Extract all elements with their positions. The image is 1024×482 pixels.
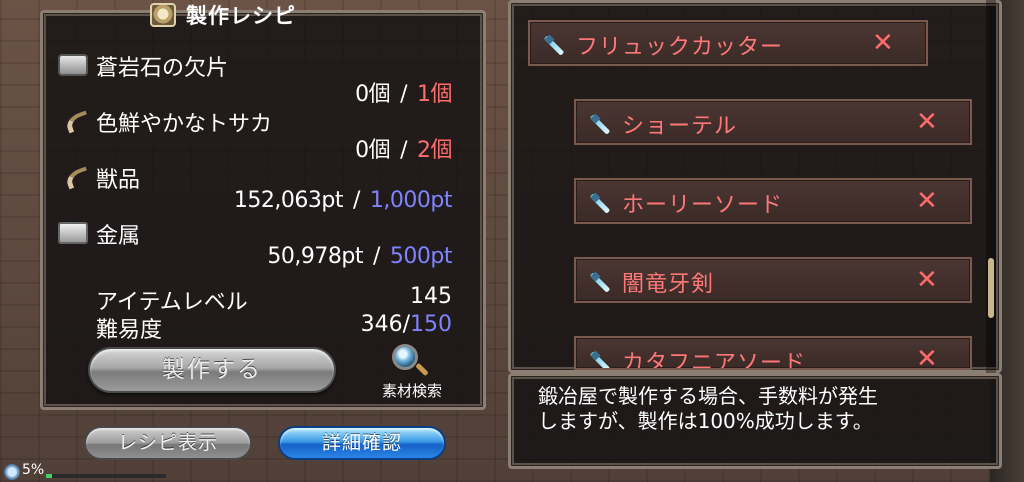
info-line: しますが、製作は100%成功します。 (538, 409, 873, 433)
item-level-value: 145 (410, 284, 452, 309)
material-amount: 0個 / 2個 (40, 132, 486, 164)
recipe-name: ショーテル (622, 114, 738, 139)
list-scrollbar-thumb[interactable] (988, 258, 994, 318)
sword-icon (588, 113, 610, 135)
metal-icon (58, 222, 88, 244)
magnifier-icon (392, 344, 418, 370)
fang-icon (64, 110, 86, 132)
material-have: 50,978pt (267, 244, 363, 269)
make-button[interactable]: 製作する (88, 347, 336, 393)
close-icon[interactable]: ✕ (916, 187, 938, 215)
material-have: 0個 (355, 82, 391, 107)
recipe-name: カタフニアソード (622, 351, 807, 370)
recipe-list-item[interactable]: ホーリーソード ✕ (574, 178, 972, 224)
recipe-name: ホーリーソード (622, 193, 784, 218)
difficulty-label: 難易度 (96, 318, 163, 343)
sword-icon (588, 271, 610, 293)
close-icon[interactable]: ✕ (916, 345, 938, 368)
close-icon[interactable]: ✕ (916, 266, 938, 294)
material-need: 1個 (417, 82, 453, 107)
material-have: 152,063pt (233, 188, 344, 213)
material-amount: 0個 / 1個 (40, 76, 486, 108)
difficulty-value: 346/150 (361, 312, 452, 337)
recipe-list-item[interactable]: カタフニアソード ✕ (574, 336, 972, 370)
difficulty-need: 150 (410, 312, 452, 337)
status-bar-fill (46, 474, 52, 478)
recipe-name: フリュックカッター (576, 35, 784, 60)
ore-icon (58, 54, 88, 76)
sword-icon (588, 192, 610, 214)
status-orb-icon (4, 464, 20, 480)
recipe-list-item[interactable]: ショーテル ✕ (574, 99, 972, 145)
detail-confirm-button[interactable]: 詳細確認 (278, 426, 446, 460)
material-amount: 50,978pt / 500pt (40, 244, 486, 269)
show-recipe-button[interactable]: レシピ表示 (84, 426, 252, 460)
material-need: 1,000pt (369, 188, 453, 213)
close-icon[interactable]: ✕ (872, 29, 894, 57)
panel-title: 製作レシピ (186, 4, 296, 28)
recipe-list-item[interactable]: フリュックカッター ✕ (528, 20, 928, 66)
separator: / (372, 244, 380, 269)
panel-title-bar: 製作レシピ (150, 0, 296, 30)
info-message: 鍛冶屋で製作する場合、手数料が発生 しますが、製作は100%成功します。 (538, 384, 988, 434)
status-bar (46, 474, 166, 478)
info-line: 鍛冶屋で製作する場合、手数料が発生 (538, 384, 878, 408)
status-percent: 5% (22, 462, 45, 478)
close-icon[interactable]: ✕ (916, 108, 938, 136)
recipe-name: 闇竜牙剣 (622, 272, 715, 297)
material-amount: 152,063pt / 1,000pt (40, 188, 486, 213)
recipe-list-item[interactable]: 闇竜牙剣 ✕ (574, 257, 972, 303)
material-have: 0個 (355, 138, 391, 163)
separator: / (400, 138, 407, 163)
material-need: 500pt (389, 244, 453, 269)
chest-icon (150, 3, 176, 27)
fang-icon (64, 166, 86, 188)
material-need: 2個 (417, 138, 453, 163)
separator: / (400, 82, 407, 107)
separator: / (353, 188, 360, 213)
sword-icon (588, 350, 610, 368)
difficulty-have: 346/ (360, 312, 410, 337)
sword-icon (542, 34, 564, 56)
material-search-label: 素材検索 (381, 382, 442, 400)
material-search-button[interactable]: 素材検索 (372, 344, 452, 400)
